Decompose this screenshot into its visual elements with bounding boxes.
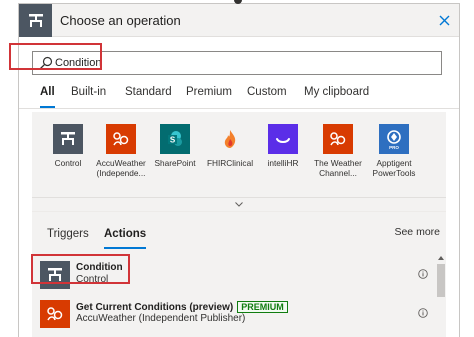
info-icon[interactable] <box>418 269 428 279</box>
premium-badge: PREMIUM <box>237 301 288 313</box>
results-scrollbar[interactable] <box>436 254 446 334</box>
search-icon <box>40 56 53 69</box>
result-condition[interactable]: Condition Control <box>32 255 436 295</box>
result-title-text: Get Current Conditions (preview) <box>76 302 234 313</box>
intellihr-icon <box>268 124 298 154</box>
result-title: Condition <box>76 262 123 273</box>
connector-label: Control <box>54 158 82 168</box>
connector-apptigent[interactable]: PRO Apptigent PowerTools <box>365 124 423 178</box>
accuweather-icon <box>106 124 136 154</box>
control-icon <box>53 124 83 154</box>
svg-text:PRO: PRO <box>389 145 399 150</box>
connector-label: FHIRClinical <box>206 158 254 168</box>
result-subtitle: AccuWeather (Independent Publisher) <box>76 313 246 324</box>
tab-standard[interactable]: Standard <box>125 86 172 108</box>
connector-label: The Weather Channel... <box>314 158 362 178</box>
result-title: Get Current Conditions (preview) PREMIUM <box>76 301 288 313</box>
flame-icon <box>215 124 245 154</box>
accuweather-icon <box>40 300 70 328</box>
see-more-link[interactable]: See more <box>394 226 440 238</box>
result-subtitle: Control <box>76 274 109 285</box>
scroll-up-icon[interactable] <box>438 255 444 261</box>
connector-label: SharePoint <box>154 158 196 168</box>
info-icon[interactable] <box>418 308 428 318</box>
search-input[interactable] <box>55 55 435 71</box>
tab-triggers[interactable]: Triggers <box>47 228 89 246</box>
sharepoint-icon: S <box>160 124 190 154</box>
svg-text:S: S <box>170 136 176 145</box>
connector-label: intelliHR <box>267 158 299 168</box>
connector-label: AccuWeather (Independe... <box>96 158 146 178</box>
results-list: Condition Control Get Current Conditions… <box>32 249 446 337</box>
search-box[interactable] <box>32 51 442 75</box>
tab-premium[interactable]: Premium <box>186 86 232 108</box>
chevron-down-icon <box>235 202 243 207</box>
operation-panel: Choose an operation All Built-in Standar… <box>18 3 460 337</box>
close-icon[interactable] <box>435 11 453 29</box>
scroll-thumb[interactable] <box>437 264 445 297</box>
weather-channel-icon <box>323 124 353 154</box>
tab-custom[interactable]: Custom <box>247 86 287 108</box>
control-icon <box>19 4 52 37</box>
connector-accuweather[interactable]: AccuWeather (Independe... <box>92 124 150 178</box>
tab-actions[interactable]: Actions <box>104 228 147 249</box>
connector-sharepoint[interactable]: S SharePoint <box>146 124 204 168</box>
tab-my-clipboard[interactable]: My clipboard <box>304 86 369 108</box>
result-tabs: Triggers Actions See more <box>32 211 446 249</box>
result-get-current-conditions[interactable]: Get Current Conditions (preview) PREMIUM … <box>32 294 436 334</box>
tab-built-in[interactable]: Built-in <box>71 86 106 108</box>
category-tabs: All Built-in Standard Premium Custom My … <box>19 81 459 109</box>
connector-the-weather-channel[interactable]: The Weather Channel... <box>309 124 367 178</box>
connector-control[interactable]: Control <box>39 124 97 168</box>
connector-fhirclinical[interactable]: FHIRClinical <box>201 124 259 168</box>
control-icon <box>40 261 70 289</box>
expand-connectors-button[interactable] <box>32 197 446 211</box>
tab-all[interactable]: All <box>40 86 55 108</box>
connector-intellihr[interactable]: intelliHR <box>254 124 312 168</box>
connector-list: Control AccuWeather (Independe... S Shar… <box>32 112 446 197</box>
panel-header: Choose an operation <box>19 4 459 37</box>
connector-label: Apptigent PowerTools <box>372 158 416 178</box>
panel-title: Choose an operation <box>60 13 181 28</box>
apptigent-icon: PRO <box>379 124 409 154</box>
